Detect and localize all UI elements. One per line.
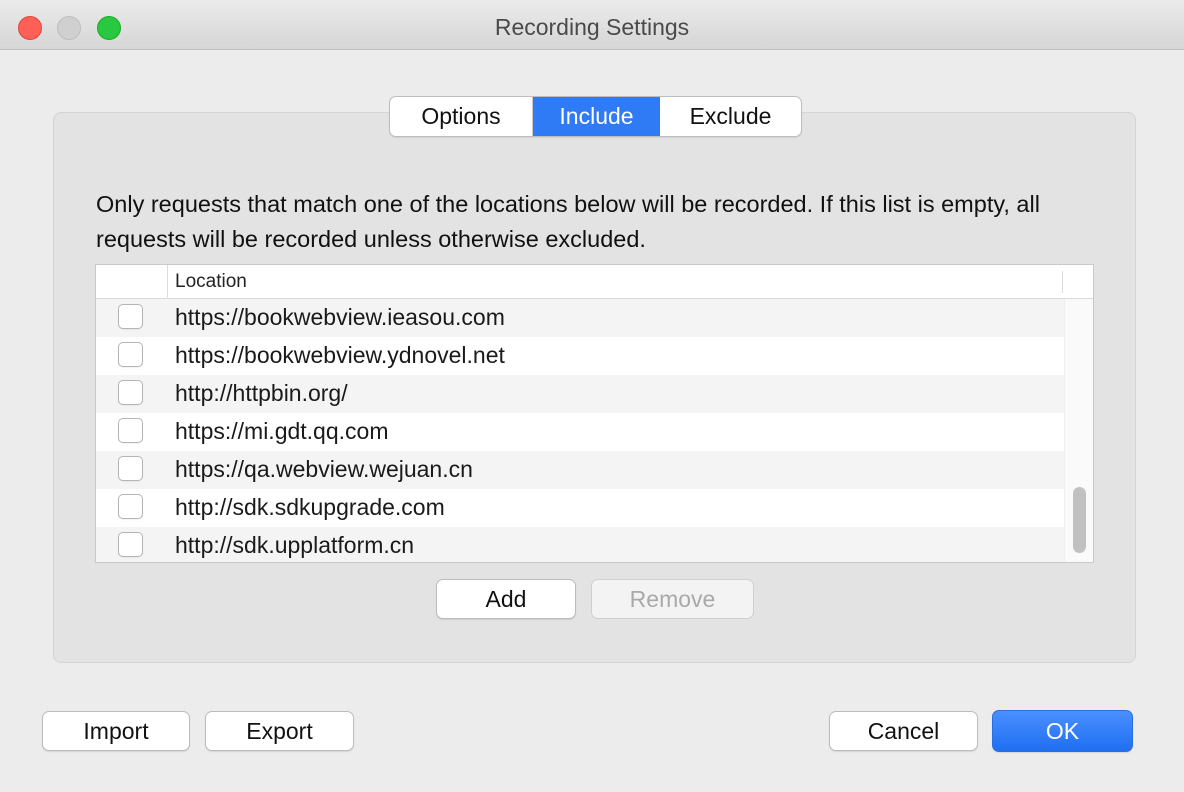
table-row[interactable]: https://bookwebview.ydnovel.net <box>96 337 1064 375</box>
export-button[interactable]: Export <box>205 711 354 751</box>
import-button[interactable]: Import <box>42 711 190 751</box>
remove-button[interactable]: Remove <box>591 579 754 619</box>
add-button[interactable]: Add <box>436 579 576 619</box>
table-row[interactable]: http://httpbin.org/ <box>96 375 1064 413</box>
location-table: Location https://bookwebview.ieasou.com … <box>95 264 1094 563</box>
include-description: Only requests that match one of the loca… <box>96 191 1040 252</box>
tab-include[interactable]: Include <box>533 97 660 136</box>
table-row[interactable]: http://sdk.upplatform.cn <box>96 527 1064 562</box>
location-cell: https://bookwebview.ydnovel.net <box>175 342 505 368</box>
location-cell: http://sdk.upplatform.cn <box>175 532 415 558</box>
title-bar: Recording Settings <box>0 0 1184 50</box>
row-enabled-checkbox[interactable] <box>118 456 143 481</box>
location-column-header[interactable]: Location <box>175 271 247 293</box>
column-divider <box>1062 271 1063 293</box>
row-enabled-checkbox[interactable] <box>118 494 143 519</box>
vertical-scrollbar[interactable] <box>1064 299 1093 562</box>
scrollbar-thumb[interactable] <box>1073 487 1086 553</box>
location-cell: https://qa.webview.wejuan.cn <box>175 456 473 482</box>
row-enabled-checkbox[interactable] <box>118 304 143 329</box>
location-cell: http://httpbin.org/ <box>175 380 348 406</box>
row-enabled-checkbox[interactable] <box>118 380 143 405</box>
table-row[interactable]: http://sdk.sdkupgrade.com <box>96 489 1064 527</box>
table-row[interactable]: https://qa.webview.wejuan.cn <box>96 451 1064 489</box>
settings-tabs: Options Include Exclude <box>389 96 802 137</box>
row-enabled-checkbox[interactable] <box>118 342 143 367</box>
location-rows: https://bookwebview.ieasou.com https://b… <box>96 299 1064 562</box>
tab-exclude[interactable]: Exclude <box>660 97 801 136</box>
tab-options[interactable]: Options <box>390 97 533 136</box>
table-header: Location <box>96 265 1093 299</box>
cancel-button[interactable]: Cancel <box>829 711 978 751</box>
location-cell: https://bookwebview.ieasou.com <box>175 304 505 330</box>
window-title: Recording Settings <box>494 14 690 40</box>
checkbox-column-header[interactable] <box>96 265 168 299</box>
recording-settings-window: Recording Settings Options Include Exclu… <box>0 0 1184 792</box>
row-enabled-checkbox[interactable] <box>118 418 143 443</box>
ok-button[interactable]: OK <box>992 710 1133 752</box>
table-row[interactable]: https://mi.gdt.qq.com <box>96 413 1064 451</box>
table-row[interactable]: https://bookwebview.ieasou.com <box>96 299 1064 337</box>
row-enabled-checkbox[interactable] <box>118 532 143 557</box>
location-cell: http://sdk.sdkupgrade.com <box>175 494 445 520</box>
location-cell: https://mi.gdt.qq.com <box>175 418 389 444</box>
